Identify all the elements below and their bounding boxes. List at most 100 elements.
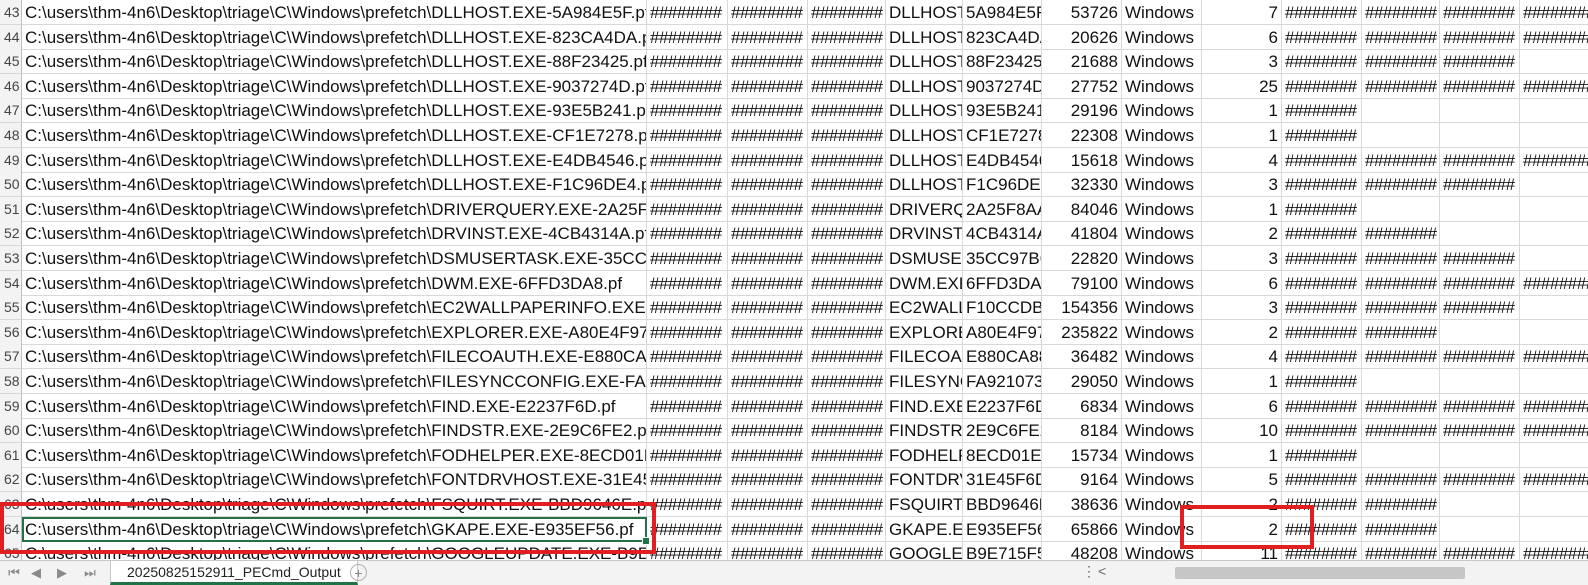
run-time-cell[interactable]: ######## <box>1440 246 1520 271</box>
source-file-cell[interactable]: C:\users\thm-4n6\Desktop\triage\C\Window… <box>22 541 647 560</box>
row-number[interactable]: 58 <box>0 369 22 394</box>
size-cell[interactable]: 41804 <box>1042 221 1122 247</box>
table-row[interactable]: 64 C:\users\thm-4n6\Desktop\triage\C\Wind… <box>0 516 1588 542</box>
timestamp-cell[interactable]: ######## <box>647 418 728 444</box>
run-time-cell[interactable] <box>1440 319 1520 345</box>
table-row[interactable]: 51 C:\users\thm-4n6\Desktop\triage\C\Wind… <box>0 196 1588 222</box>
run-time-cell[interactable]: ######## <box>1520 74 1588 99</box>
timestamp-cell[interactable]: ######## <box>728 49 808 75</box>
row-number[interactable]: 60 <box>0 418 22 444</box>
run-time-cell[interactable]: ######## <box>1362 270 1440 296</box>
timestamp-cell[interactable]: ######## <box>808 147 886 173</box>
version-cell[interactable]: Windows <box>1122 123 1202 148</box>
run-time-cell[interactable]: ######## <box>1362 147 1440 173</box>
executable-name-cell[interactable]: DWM.EXE <box>886 270 963 296</box>
source-file-cell[interactable]: C:\users\thm-4n6\Desktop\triage\C\Window… <box>22 49 647 75</box>
source-file-cell-selected[interactable]: C:\users\thm-4n6\Desktop\triage\C\Window… <box>22 516 647 542</box>
timestamp-cell[interactable]: ######## <box>647 492 728 517</box>
version-cell[interactable]: Windows <box>1122 319 1202 345</box>
executable-name-cell[interactable]: FODHELPER.EXE <box>886 442 963 468</box>
run-time-cell[interactable] <box>1362 196 1440 222</box>
run-time-cell[interactable]: ######## <box>1282 123 1362 148</box>
run-count-cell[interactable]: 1 <box>1202 369 1282 394</box>
run-count-cell[interactable]: 1 <box>1202 123 1282 148</box>
run-time-cell[interactable] <box>1520 320 1588 345</box>
run-count-cell[interactable]: 3 <box>1202 246 1282 271</box>
executable-name-cell[interactable]: FIND.EXE <box>886 393 963 419</box>
timestamp-cell[interactable]: ######## <box>808 369 886 394</box>
timestamp-cell[interactable]: ######## <box>808 24 886 50</box>
source-file-cell[interactable]: C:\users\thm-4n6\Desktop\triage\C\Window… <box>22 418 647 444</box>
source-file-cell[interactable]: C:\users\thm-4n6\Desktop\triage\C\Window… <box>22 196 647 222</box>
run-count-cell[interactable]: 4 <box>1202 344 1282 370</box>
row-number[interactable]: 65 <box>0 541 22 560</box>
timestamp-cell[interactable]: ######## <box>647 246 728 271</box>
run-time-cell[interactable] <box>1440 196 1520 222</box>
table-row[interactable]: 49 C:\users\thm-4n6\Desktop\triage\C\Wind… <box>0 147 1588 173</box>
run-time-cell[interactable]: ######## <box>1362 319 1440 345</box>
timestamp-cell[interactable]: ######## <box>728 369 808 394</box>
hash-cell[interactable]: 9037274D <box>963 73 1042 99</box>
hash-cell[interactable]: E880CA88 <box>963 344 1042 370</box>
table-row[interactable]: 54 C:\users\thm-4n6\Desktop\triage\C\Wind… <box>0 270 1588 296</box>
table-row[interactable]: 50 C:\users\thm-4n6\Desktop\triage\C\Wind… <box>0 172 1588 198</box>
version-cell[interactable]: Windows <box>1122 270 1202 296</box>
timestamp-cell[interactable]: ######## <box>647 270 728 296</box>
hash-cell[interactable]: 2E9C6FE2 <box>963 418 1042 444</box>
size-cell[interactable]: 22308 <box>1042 123 1122 148</box>
version-cell[interactable]: Windows <box>1122 295 1202 321</box>
run-count-cell[interactable]: 2 <box>1202 516 1282 542</box>
run-time-cell[interactable]: ######## <box>1282 369 1362 394</box>
version-cell[interactable]: Windows <box>1122 541 1202 560</box>
source-file-cell[interactable]: C:\users\thm-4n6\Desktop\triage\C\Window… <box>22 147 647 173</box>
executable-name-cell[interactable]: DRVINST.EXE <box>886 221 963 247</box>
timestamp-cell[interactable]: ######## <box>647 24 728 50</box>
timestamp-cell[interactable]: ######## <box>728 147 808 173</box>
timestamp-cell[interactable]: ######## <box>808 344 886 370</box>
version-cell[interactable]: Windows <box>1122 147 1202 173</box>
source-file-cell[interactable]: C:\users\thm-4n6\Desktop\triage\C\Window… <box>22 295 647 321</box>
run-time-cell[interactable]: ######## <box>1362 221 1440 247</box>
run-count-cell[interactable]: 3 <box>1202 172 1282 198</box>
row-number[interactable]: 52 <box>0 221 22 247</box>
size-cell[interactable]: 84046 <box>1042 196 1122 222</box>
scroll-left-icon[interactable]: < <box>1098 563 1106 579</box>
size-cell[interactable]: 15734 <box>1042 442 1122 468</box>
timestamp-cell[interactable]: ######## <box>808 393 886 419</box>
run-time-cell[interactable]: ######## <box>1440 295 1520 321</box>
version-cell[interactable]: Windows <box>1122 73 1202 99</box>
size-cell[interactable]: 9164 <box>1042 467 1122 493</box>
source-file-cell[interactable]: C:\users\thm-4n6\Desktop\triage\C\Window… <box>22 221 647 247</box>
run-time-cell[interactable]: ######## <box>1282 492 1362 517</box>
timestamp-cell[interactable]: ######## <box>647 73 728 99</box>
timestamp-cell[interactable]: ######## <box>728 246 808 271</box>
version-cell[interactable]: Windows <box>1122 516 1202 542</box>
run-time-cell[interactable]: ######## <box>1520 467 1588 493</box>
run-time-cell[interactable]: ######## <box>1282 98 1362 124</box>
run-time-cell[interactable]: ######## <box>1520 541 1588 560</box>
run-time-cell[interactable]: ######## <box>1282 196 1362 222</box>
size-cell[interactable]: 29196 <box>1042 98 1122 124</box>
run-time-cell[interactable] <box>1362 369 1440 394</box>
run-time-cell[interactable] <box>1520 221 1588 247</box>
run-time-cell[interactable]: ######## <box>1282 172 1362 198</box>
size-cell[interactable]: 8184 <box>1042 418 1122 444</box>
run-time-cell[interactable] <box>1520 443 1588 468</box>
fill-handle[interactable] <box>642 536 650 545</box>
hash-cell[interactable]: 5A984E5F <box>963 0 1042 25</box>
source-file-cell[interactable]: C:\users\thm-4n6\Desktop\triage\C\Window… <box>22 270 647 296</box>
run-time-cell[interactable] <box>1440 442 1520 468</box>
source-file-cell[interactable]: C:\users\thm-4n6\Desktop\triage\C\Window… <box>22 492 647 517</box>
run-time-cell[interactable]: ######## <box>1282 147 1362 173</box>
run-time-cell[interactable] <box>1520 123 1588 148</box>
hash-cell[interactable]: FA921073 <box>963 369 1042 394</box>
executable-name-cell[interactable]: DLLHOST.EXE <box>886 98 963 124</box>
timestamp-cell[interactable]: ######## <box>808 123 886 148</box>
run-time-cell[interactable]: ######## <box>1282 270 1362 296</box>
next-sheet-icon[interactable]: ▶ <box>52 564 72 582</box>
source-file-cell[interactable]: C:\users\thm-4n6\Desktop\triage\C\Window… <box>22 73 647 99</box>
version-cell[interactable]: Windows <box>1122 196 1202 222</box>
run-count-cell[interactable]: 7 <box>1202 0 1282 25</box>
hash-cell[interactable]: E935EF56 <box>963 516 1042 542</box>
run-time-cell[interactable]: ######## <box>1520 148 1588 173</box>
